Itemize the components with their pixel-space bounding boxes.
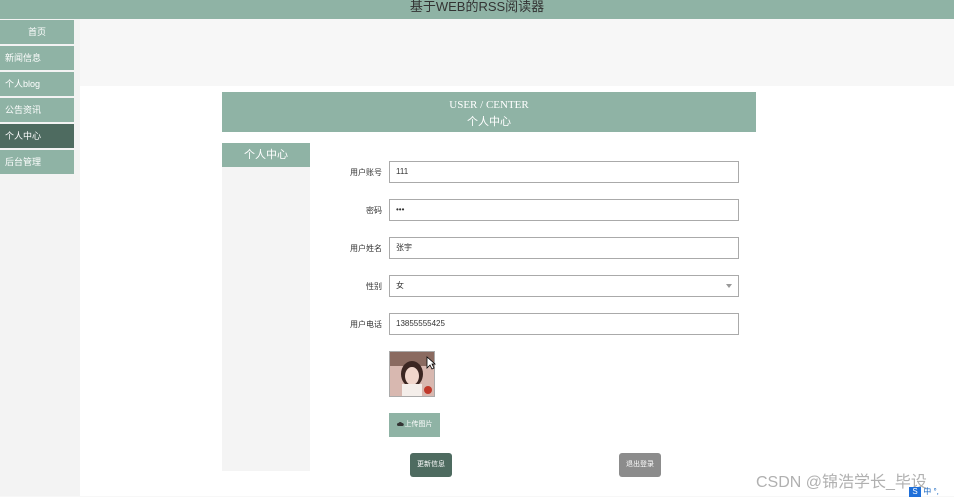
gender-label: 性别 bbox=[366, 282, 382, 291]
sidebar-item-blog[interactable]: 个人blog bbox=[0, 72, 74, 96]
phone-value: 13855555425 bbox=[396, 319, 445, 328]
sidebar-item-home[interactable]: 首页 bbox=[0, 20, 74, 44]
left-panel: 个人中心 bbox=[222, 143, 310, 471]
sidebar-item-news[interactable]: 新闻信息 bbox=[0, 46, 74, 70]
header-area bbox=[80, 19, 954, 86]
mouse-cursor-icon bbox=[426, 356, 436, 370]
account-field[interactable]: 111 bbox=[389, 161, 739, 183]
password-label: 密码 bbox=[366, 206, 382, 215]
sidebar-item-user-center[interactable]: 个人中心 bbox=[0, 124, 74, 148]
sidebar: 首页 新闻信息 个人blog 公告资讯 个人中心 后台管理 bbox=[0, 19, 80, 496]
name-field[interactable]: 张宇 bbox=[389, 237, 739, 259]
cloud-upload-icon bbox=[396, 422, 404, 427]
account-label: 用户账号 bbox=[350, 168, 382, 177]
name-label: 用户姓名 bbox=[350, 244, 382, 253]
chevron-down-icon bbox=[726, 284, 732, 288]
phone-label: 用户电话 bbox=[350, 320, 382, 329]
upload-image-button[interactable]: 上传图片 bbox=[389, 413, 440, 437]
banner-chinese-title: 个人中心 bbox=[467, 116, 511, 128]
ime-text: 中 °, bbox=[923, 487, 939, 496]
sidebar-item-admin[interactable]: 后台管理 bbox=[0, 150, 74, 174]
ime-indicator[interactable]: S 中 °, bbox=[909, 486, 954, 497]
logout-button[interactable]: 退出登录 bbox=[619, 453, 661, 477]
page-banner: USER / CENTER 个人中心 bbox=[222, 92, 756, 132]
password-field[interactable]: ••• bbox=[389, 199, 739, 221]
gender-value: 女 bbox=[396, 281, 404, 290]
phone-field[interactable]: 13855555425 bbox=[389, 313, 739, 335]
account-value: 111 bbox=[396, 167, 409, 176]
app-title-bar: 基于WEB的RSS阅读器 bbox=[0, 0, 954, 19]
upload-image-label: 上传图片 bbox=[404, 421, 433, 428]
left-panel-title[interactable]: 个人中心 bbox=[222, 143, 310, 167]
csdn-watermark: CSDN @锦浩学长_毕设 bbox=[756, 474, 927, 491]
name-value: 张宇 bbox=[396, 243, 412, 252]
sidebar-item-announcements[interactable]: 公告资讯 bbox=[0, 98, 74, 122]
password-value: ••• bbox=[396, 205, 405, 214]
update-info-button[interactable]: 更新信息 bbox=[410, 453, 452, 477]
banner-english-title: USER / CENTER bbox=[449, 99, 529, 111]
gender-select[interactable]: 女 bbox=[389, 275, 739, 297]
app-title: 基于WEB的RSS阅读器 bbox=[409, 0, 545, 14]
